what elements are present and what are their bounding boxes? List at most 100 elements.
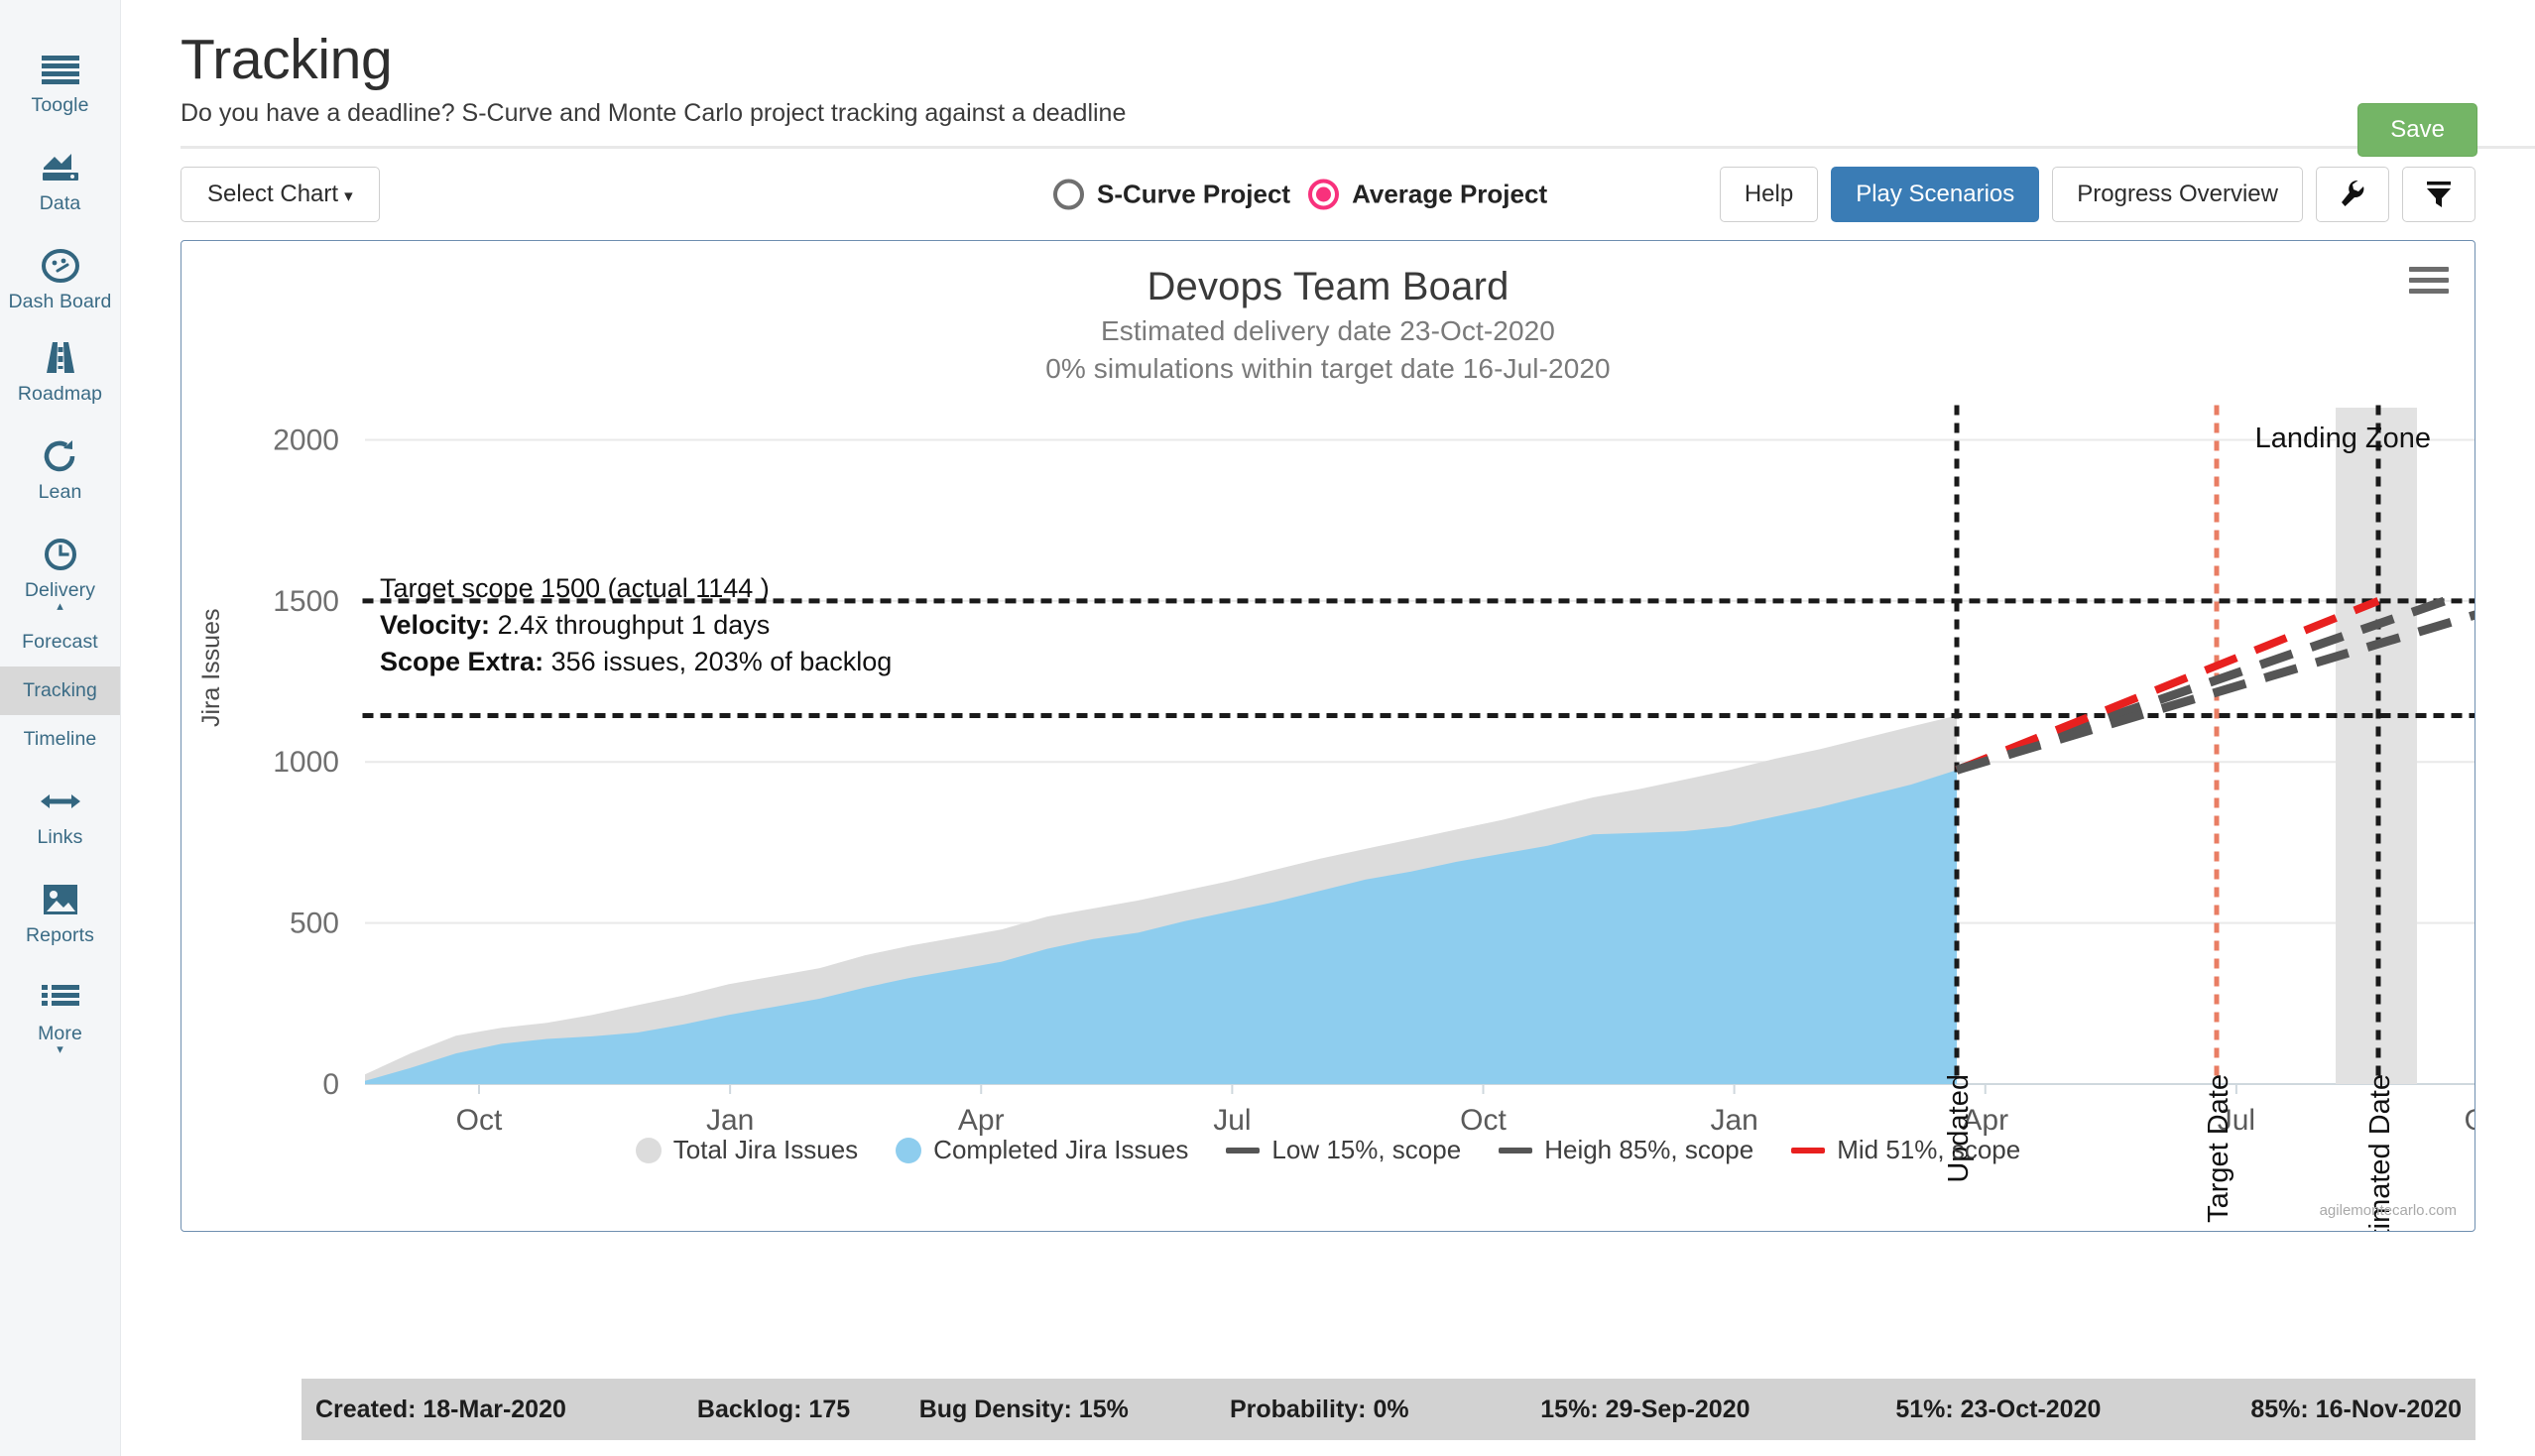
project-type-radio-group: S-Curve Project Average Project bbox=[1053, 179, 1548, 210]
settings-button[interactable] bbox=[2316, 167, 2389, 222]
footer-probability: Probability: 0% bbox=[1229, 1395, 1409, 1423]
chevron-down-icon: ▾ bbox=[344, 186, 353, 205]
filter-icon bbox=[2425, 180, 2453, 209]
legend-marker bbox=[1499, 1147, 1533, 1153]
chart-subtitle-2: 0% simulations within target date 16-Jul… bbox=[1045, 353, 1611, 384]
annotation-scope-extra-value: 356 issues, 203% of backlog bbox=[550, 647, 893, 676]
chart-menu-icon[interactable] bbox=[2409, 267, 2449, 300]
sidebar-item-label: Links bbox=[37, 826, 83, 848]
select-chart-dropdown[interactable]: Select Chart ▾ bbox=[181, 167, 380, 222]
radio-average-project[interactable]: Average Project bbox=[1308, 179, 1548, 210]
page-subtitle: Do you have a deadline? S-Curve and Mont… bbox=[181, 99, 1127, 127]
chart-panel: Devops Team Board Estimated delivery dat… bbox=[181, 240, 2475, 1232]
radio-label: Average Project bbox=[1352, 179, 1548, 209]
sidebar-item-label: Timeline bbox=[23, 728, 97, 750]
sidebar-item-more[interactable]: More ▾ bbox=[0, 972, 120, 1061]
svg-text:1000: 1000 bbox=[273, 746, 339, 779]
sidebar-item-label: Lean bbox=[38, 481, 82, 503]
legend-marker bbox=[635, 1137, 662, 1163]
legend-item-completed-jira-issues[interactable]: Completed Jira Issues bbox=[896, 1135, 1188, 1165]
sidebar-item-label: Dash Board bbox=[8, 291, 112, 312]
refresh-icon bbox=[38, 436, 83, 476]
legend-item-total-jira-issues[interactable]: Total Jira Issues bbox=[635, 1135, 859, 1165]
legend-item-mid-51-scope[interactable]: Mid 51%, scope bbox=[1791, 1135, 2020, 1165]
footer-p85: 85%: 16-Nov-2020 bbox=[2250, 1395, 2462, 1423]
annotation-scope-extra-label: Scope Extra: bbox=[380, 647, 544, 676]
filter-button[interactable] bbox=[2402, 167, 2475, 222]
annotation-landing-zone: Landing Zone bbox=[2254, 423, 2431, 454]
legend-label: Completed Jira Issues bbox=[933, 1135, 1189, 1164]
chevron-up-icon: ▴ bbox=[57, 598, 63, 613]
wrench-icon bbox=[2340, 180, 2365, 209]
svg-text:Jul: Jul bbox=[1213, 1104, 1251, 1137]
footer-bug-density: Bug Density: 15% bbox=[918, 1395, 1129, 1423]
gauge-icon bbox=[38, 246, 83, 286]
chart-toolbar: Select Chart ▾ S-Curve Project Average Pr… bbox=[181, 149, 2475, 240]
footer-p15: 15%: 29-Sep-2020 bbox=[1540, 1395, 1750, 1423]
play-scenarios-button[interactable]: Play Scenarios bbox=[1831, 167, 2040, 222]
list-icon bbox=[38, 978, 83, 1018]
svg-text:2000: 2000 bbox=[273, 424, 339, 456]
chart-credit: agilemontecarlo.com bbox=[2319, 1202, 2457, 1219]
legend-label: Low 15%, scope bbox=[1271, 1135, 1462, 1164]
sidebar-item-delivery[interactable]: Delivery ▴ bbox=[0, 529, 120, 618]
help-button[interactable]: Help bbox=[1719, 167, 1819, 222]
svg-text:0: 0 bbox=[322, 1068, 339, 1101]
legend-marker bbox=[1226, 1147, 1261, 1153]
clock-icon bbox=[38, 535, 83, 574]
chart-annotation-block: Target scope 1500 (actual 1144 ) Velocit… bbox=[380, 570, 892, 680]
status-footer: Created: 18-Mar-2020 Backlog: 175 Bug De… bbox=[302, 1379, 2475, 1440]
image-icon bbox=[38, 880, 83, 919]
sidebar-item-lean[interactable]: Lean bbox=[0, 430, 120, 512]
main-content: Tracking Do you have a deadline? S-Curve… bbox=[121, 0, 2535, 1456]
progress-overview-button[interactable]: Progress Overview bbox=[2052, 167, 2303, 222]
sidebar-item-label: Data bbox=[39, 192, 81, 214]
sidebar-item-timeline[interactable]: Timeline bbox=[0, 715, 120, 764]
chart-legend: Total Jira Issues Completed Jira Issues … bbox=[181, 1135, 2475, 1165]
sidebar: Toogle Data Dash Board Roadmap Lean Deli… bbox=[0, 0, 121, 1456]
chart-title: Devops Team Board bbox=[1147, 265, 1509, 308]
sidebar-item-roadmap[interactable]: Roadmap bbox=[0, 332, 120, 414]
sidebar-item-label: Reports bbox=[26, 924, 94, 946]
sidebar-item-data[interactable]: Data bbox=[0, 142, 120, 223]
radio-label: S-Curve Project bbox=[1097, 179, 1291, 209]
sidebar-item-toogle[interactable]: Toogle bbox=[0, 44, 120, 125]
svg-text:500: 500 bbox=[290, 908, 339, 940]
page-header: Tracking Do you have a deadline? S-Curve… bbox=[121, 0, 2535, 157]
svg-text:Jan: Jan bbox=[1710, 1104, 1757, 1137]
sidebar-item-label: Roadmap bbox=[17, 383, 103, 405]
sidebar-item-label: Tracking bbox=[23, 679, 97, 701]
svg-text:Updated: Updated bbox=[1943, 1074, 1975, 1183]
sidebar-item-links[interactable]: Links bbox=[0, 776, 120, 857]
arrows-horizontal-icon bbox=[38, 782, 83, 821]
sidebar-item-forecast[interactable]: Forecast bbox=[0, 618, 120, 667]
svg-text:1500: 1500 bbox=[273, 585, 339, 618]
svg-text:Apr: Apr bbox=[958, 1104, 1005, 1137]
hamburger-icon bbox=[38, 50, 83, 89]
svg-text:Oct: Oct bbox=[456, 1104, 503, 1137]
chevron-down-icon: ▾ bbox=[57, 1041, 63, 1056]
toolbar-actions: Help Play Scenarios Progress Overview bbox=[1719, 167, 2475, 222]
svg-text:Oct: Oct bbox=[1460, 1104, 1507, 1137]
annotation-target-scope: Target scope 1500 (actual 1144 ) bbox=[380, 573, 770, 603]
radio-circle-unchecked[interactable] bbox=[1053, 179, 1084, 210]
legend-label: Heigh 85%, scope bbox=[1544, 1135, 1754, 1164]
radio-circle-checked[interactable] bbox=[1308, 179, 1340, 210]
legend-label: Total Jira Issues bbox=[672, 1135, 859, 1164]
annotation-velocity: Velocity: 2.4x̄ throughput 1 days bbox=[380, 607, 892, 644]
sidebar-item-reports[interactable]: Reports bbox=[0, 874, 120, 955]
legend-item-low-15-scope[interactable]: Low 15%, scope bbox=[1226, 1135, 1461, 1165]
sidebar-item-dashboard[interactable]: Dash Board bbox=[0, 240, 120, 320]
plot-area: 0 500 1000 1500 2000 Oct Jan Apr Jul Oct Jan Apr Ju… bbox=[181, 390, 2475, 1231]
sidebar-item-label: Forecast bbox=[22, 631, 98, 653]
y-axis-label: Jira Issues bbox=[197, 608, 225, 727]
legend-item-heigh-85-scope[interactable]: Heigh 85%, scope bbox=[1499, 1135, 1753, 1165]
select-chart-label: Select Chart bbox=[207, 181, 339, 207]
data-chart-icon bbox=[38, 148, 83, 187]
sidebar-item-tracking[interactable]: Tracking bbox=[0, 667, 120, 715]
annotation-scope-extra: Scope Extra: 356 issues, 203% of backlog bbox=[380, 644, 892, 680]
svg-text:Oct: Oct bbox=[2465, 1104, 2475, 1137]
radio-s-curve-project[interactable]: S-Curve Project bbox=[1053, 179, 1291, 210]
annotation-velocity-value: 2.4x̄ throughput 1 days bbox=[497, 610, 771, 640]
sidebar-item-label: Toogle bbox=[31, 94, 89, 116]
